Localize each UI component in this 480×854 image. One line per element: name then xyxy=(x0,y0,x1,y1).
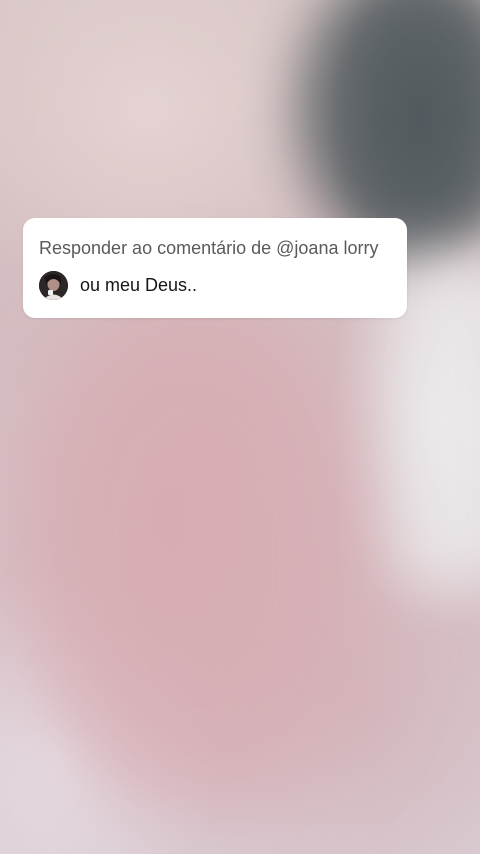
reply-comment-row: ou meu Deus.. xyxy=(39,271,197,300)
blurred-light-area xyxy=(400,260,480,580)
comment-reply-sticker[interactable]: Responder ao comentário de @joana lorry … xyxy=(23,218,407,318)
blurred-skin-area xyxy=(20,300,380,820)
reply-title: Responder ao comentário de @joana lorry xyxy=(39,238,379,258)
user-avatar-icon xyxy=(39,271,68,300)
video-background[interactable] xyxy=(0,0,480,854)
avatar[interactable] xyxy=(39,271,68,300)
reply-comment-text: ou meu Deus.. xyxy=(80,275,198,295)
